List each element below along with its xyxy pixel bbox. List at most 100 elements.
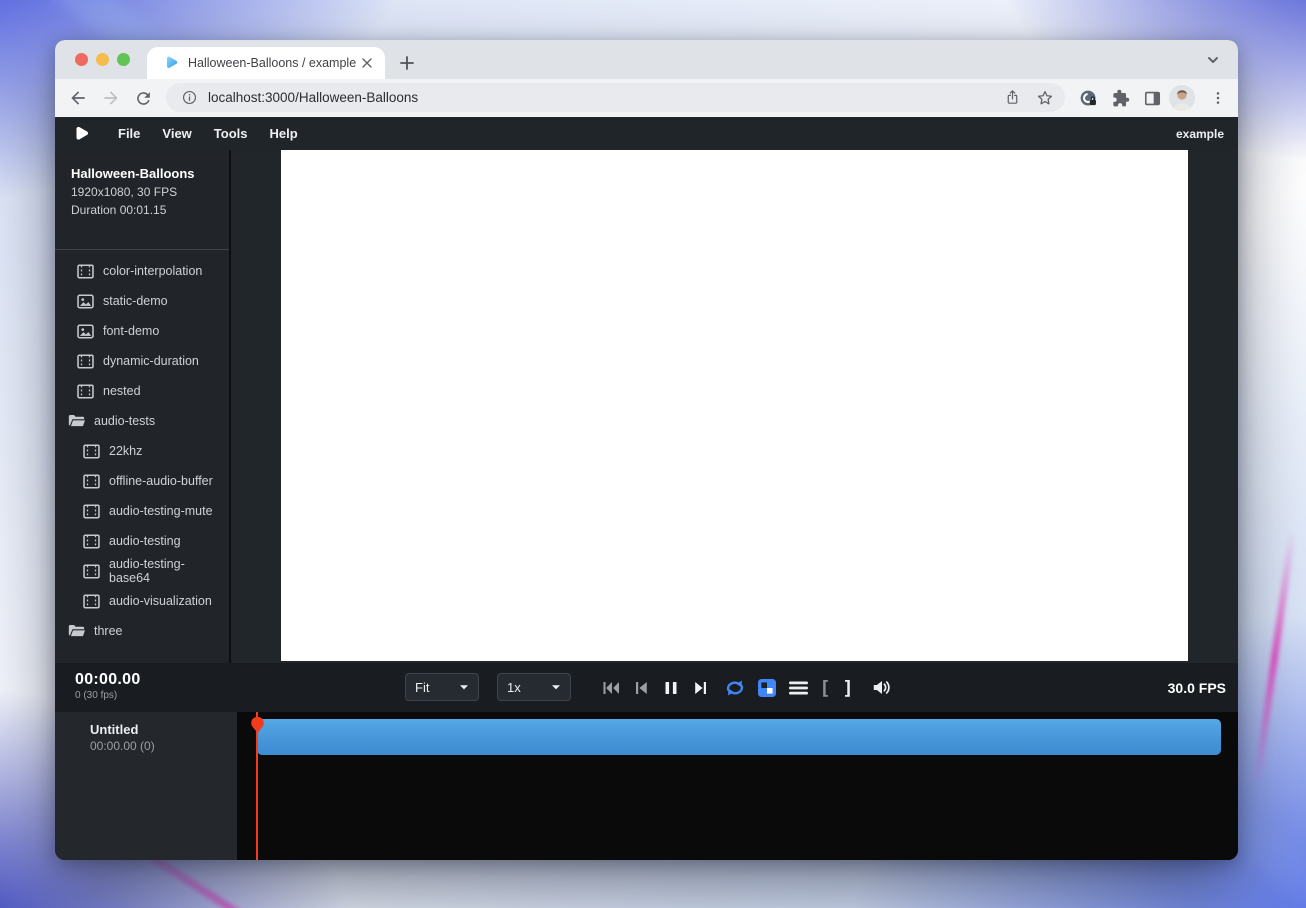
composition-item[interactable]: audio-visualization bbox=[55, 586, 229, 616]
composition-header: Halloween-Balloons 1920x1080, 30 FPS Dur… bbox=[55, 150, 229, 250]
remotion-logo-icon bbox=[72, 125, 90, 143]
timecode-display: 00:00.00 0 (30 fps) bbox=[75, 671, 141, 701]
track-title: Untitled bbox=[90, 722, 229, 737]
playhead-line[interactable] bbox=[256, 712, 258, 860]
transport-controls bbox=[601, 663, 711, 712]
composition-label: static-demo bbox=[103, 294, 168, 308]
image-icon bbox=[77, 324, 94, 339]
tab-close-icon[interactable] bbox=[358, 55, 375, 72]
timeline-rows-toggle-icon[interactable] bbox=[788, 676, 808, 700]
browser-tab[interactable]: Halloween-Balloons / example bbox=[147, 47, 385, 79]
site-info-icon[interactable] bbox=[179, 88, 199, 108]
timeline-clip-bar[interactable] bbox=[257, 719, 1221, 755]
folder-item[interactable]: audio-tests bbox=[55, 406, 229, 436]
tab-search-chevron-icon[interactable] bbox=[1204, 51, 1222, 69]
next-frame-button[interactable] bbox=[691, 676, 711, 700]
browser-window: Halloween-Balloons / example localhost:3… bbox=[55, 40, 1238, 860]
film-icon bbox=[83, 474, 100, 489]
menu-file[interactable]: File bbox=[107, 120, 151, 147]
composition-label: audio-testing bbox=[109, 534, 181, 548]
folder-open-icon bbox=[68, 624, 85, 638]
playback-speed-select[interactable]: 1x bbox=[497, 673, 571, 701]
side-panel-icon[interactable] bbox=[1141, 87, 1163, 109]
timeline-panel: Untitled 00:00.00 (0) bbox=[55, 712, 1238, 860]
composition-label: dynamic-duration bbox=[103, 354, 199, 368]
profile-avatar[interactable] bbox=[1169, 85, 1195, 111]
preview-area bbox=[231, 150, 1238, 663]
composition-format: 1920x1080, 30 FPS bbox=[71, 185, 215, 199]
playback-toggles: [ ] bbox=[723, 663, 893, 712]
loop-toggle-icon[interactable] bbox=[723, 676, 746, 700]
composition-item[interactable]: dynamic-duration bbox=[55, 346, 229, 376]
composition-item[interactable]: offline-audio-buffer bbox=[55, 466, 229, 496]
menu-tools[interactable]: Tools bbox=[203, 120, 259, 147]
transparency-checkerboard-toggle-icon[interactable] bbox=[757, 676, 777, 700]
composition-title: Halloween-Balloons bbox=[71, 166, 215, 181]
skip-to-start-button[interactable] bbox=[601, 676, 621, 700]
out-marker-button[interactable]: ] bbox=[842, 677, 854, 699]
previous-frame-button[interactable] bbox=[631, 676, 651, 700]
playhead-marker[interactable] bbox=[250, 716, 265, 733]
compositions-sidebar: Halloween-Balloons 1920x1080, 30 FPS Dur… bbox=[55, 150, 231, 663]
back-button[interactable] bbox=[67, 87, 89, 109]
volume-icon[interactable] bbox=[871, 676, 893, 700]
composition-canvas[interactable] bbox=[281, 150, 1188, 661]
menu-view[interactable]: View bbox=[151, 120, 202, 147]
film-icon bbox=[83, 534, 100, 549]
timeline-track-area[interactable] bbox=[237, 712, 1238, 860]
speed-select-value: 1x bbox=[507, 680, 521, 695]
film-icon bbox=[83, 504, 100, 519]
main-area: Halloween-Balloons 1920x1080, 30 FPS Dur… bbox=[55, 150, 1238, 663]
remotion-favicon-icon bbox=[163, 55, 179, 71]
composition-item[interactable]: static-demo bbox=[55, 286, 229, 316]
folder-label: audio-tests bbox=[94, 414, 155, 428]
chevron-down-icon bbox=[551, 684, 561, 691]
bookmark-star-icon[interactable] bbox=[1035, 88, 1055, 108]
composition-item[interactable]: audio-testing-base64 bbox=[55, 556, 229, 586]
composition-item[interactable]: 22khz bbox=[55, 436, 229, 466]
browser-menu-icon[interactable] bbox=[1207, 87, 1229, 109]
image-icon bbox=[77, 294, 94, 309]
track-subtitle: 00:00.00 (0) bbox=[90, 739, 229, 753]
chevron-down-icon bbox=[459, 684, 469, 691]
film-icon bbox=[77, 354, 94, 369]
window-maximize-button[interactable] bbox=[117, 53, 130, 66]
share-icon[interactable] bbox=[1002, 88, 1022, 108]
reload-button[interactable] bbox=[132, 87, 154, 109]
film-icon bbox=[77, 384, 94, 399]
composition-duration: Duration 00:01.15 bbox=[71, 203, 215, 217]
password-extension-icon[interactable] bbox=[1077, 87, 1099, 109]
composition-item[interactable]: audio-testing bbox=[55, 526, 229, 556]
film-icon bbox=[83, 444, 100, 459]
tab-title: Halloween-Balloons / example bbox=[188, 56, 358, 70]
composition-list: color-interpolation static-demo font-dem… bbox=[55, 250, 229, 663]
film-icon bbox=[77, 264, 94, 279]
in-marker-button[interactable]: [ bbox=[819, 677, 831, 699]
composition-item[interactable]: nested bbox=[55, 376, 229, 406]
composition-item[interactable]: audio-testing-mute bbox=[55, 496, 229, 526]
menu-help[interactable]: Help bbox=[259, 120, 309, 147]
film-icon bbox=[83, 564, 100, 579]
url-text: localhost:3000/Halloween-Balloons bbox=[208, 90, 1002, 105]
composition-label: font-demo bbox=[103, 324, 159, 338]
timecode-value: 00:00.00 bbox=[75, 671, 141, 689]
tab-strip: Halloween-Balloons / example bbox=[55, 40, 1238, 79]
window-minimize-button[interactable] bbox=[96, 53, 109, 66]
frame-info: 0 (30 fps) bbox=[75, 690, 141, 701]
browser-toolbar: localhost:3000/Halloween-Balloons bbox=[55, 79, 1238, 117]
extensions-puzzle-icon[interactable] bbox=[1109, 87, 1131, 109]
playback-bar: 00:00.00 0 (30 fps) Fit 1x bbox=[55, 663, 1238, 712]
new-tab-button[interactable] bbox=[395, 51, 419, 75]
composition-label: 22khz bbox=[109, 444, 142, 458]
zoom-select[interactable]: Fit bbox=[405, 673, 479, 701]
composition-label: audio-testing-base64 bbox=[109, 557, 221, 585]
traffic-lights bbox=[75, 53, 130, 66]
composition-item[interactable]: color-interpolation bbox=[55, 256, 229, 286]
pause-button[interactable] bbox=[661, 676, 681, 700]
window-close-button[interactable] bbox=[75, 53, 88, 66]
forward-button[interactable] bbox=[100, 87, 122, 109]
folder-item[interactable]: three bbox=[55, 616, 229, 646]
composition-item[interactable]: font-demo bbox=[55, 316, 229, 346]
address-bar[interactable]: localhost:3000/Halloween-Balloons bbox=[166, 83, 1065, 112]
folder-label: three bbox=[94, 624, 123, 638]
